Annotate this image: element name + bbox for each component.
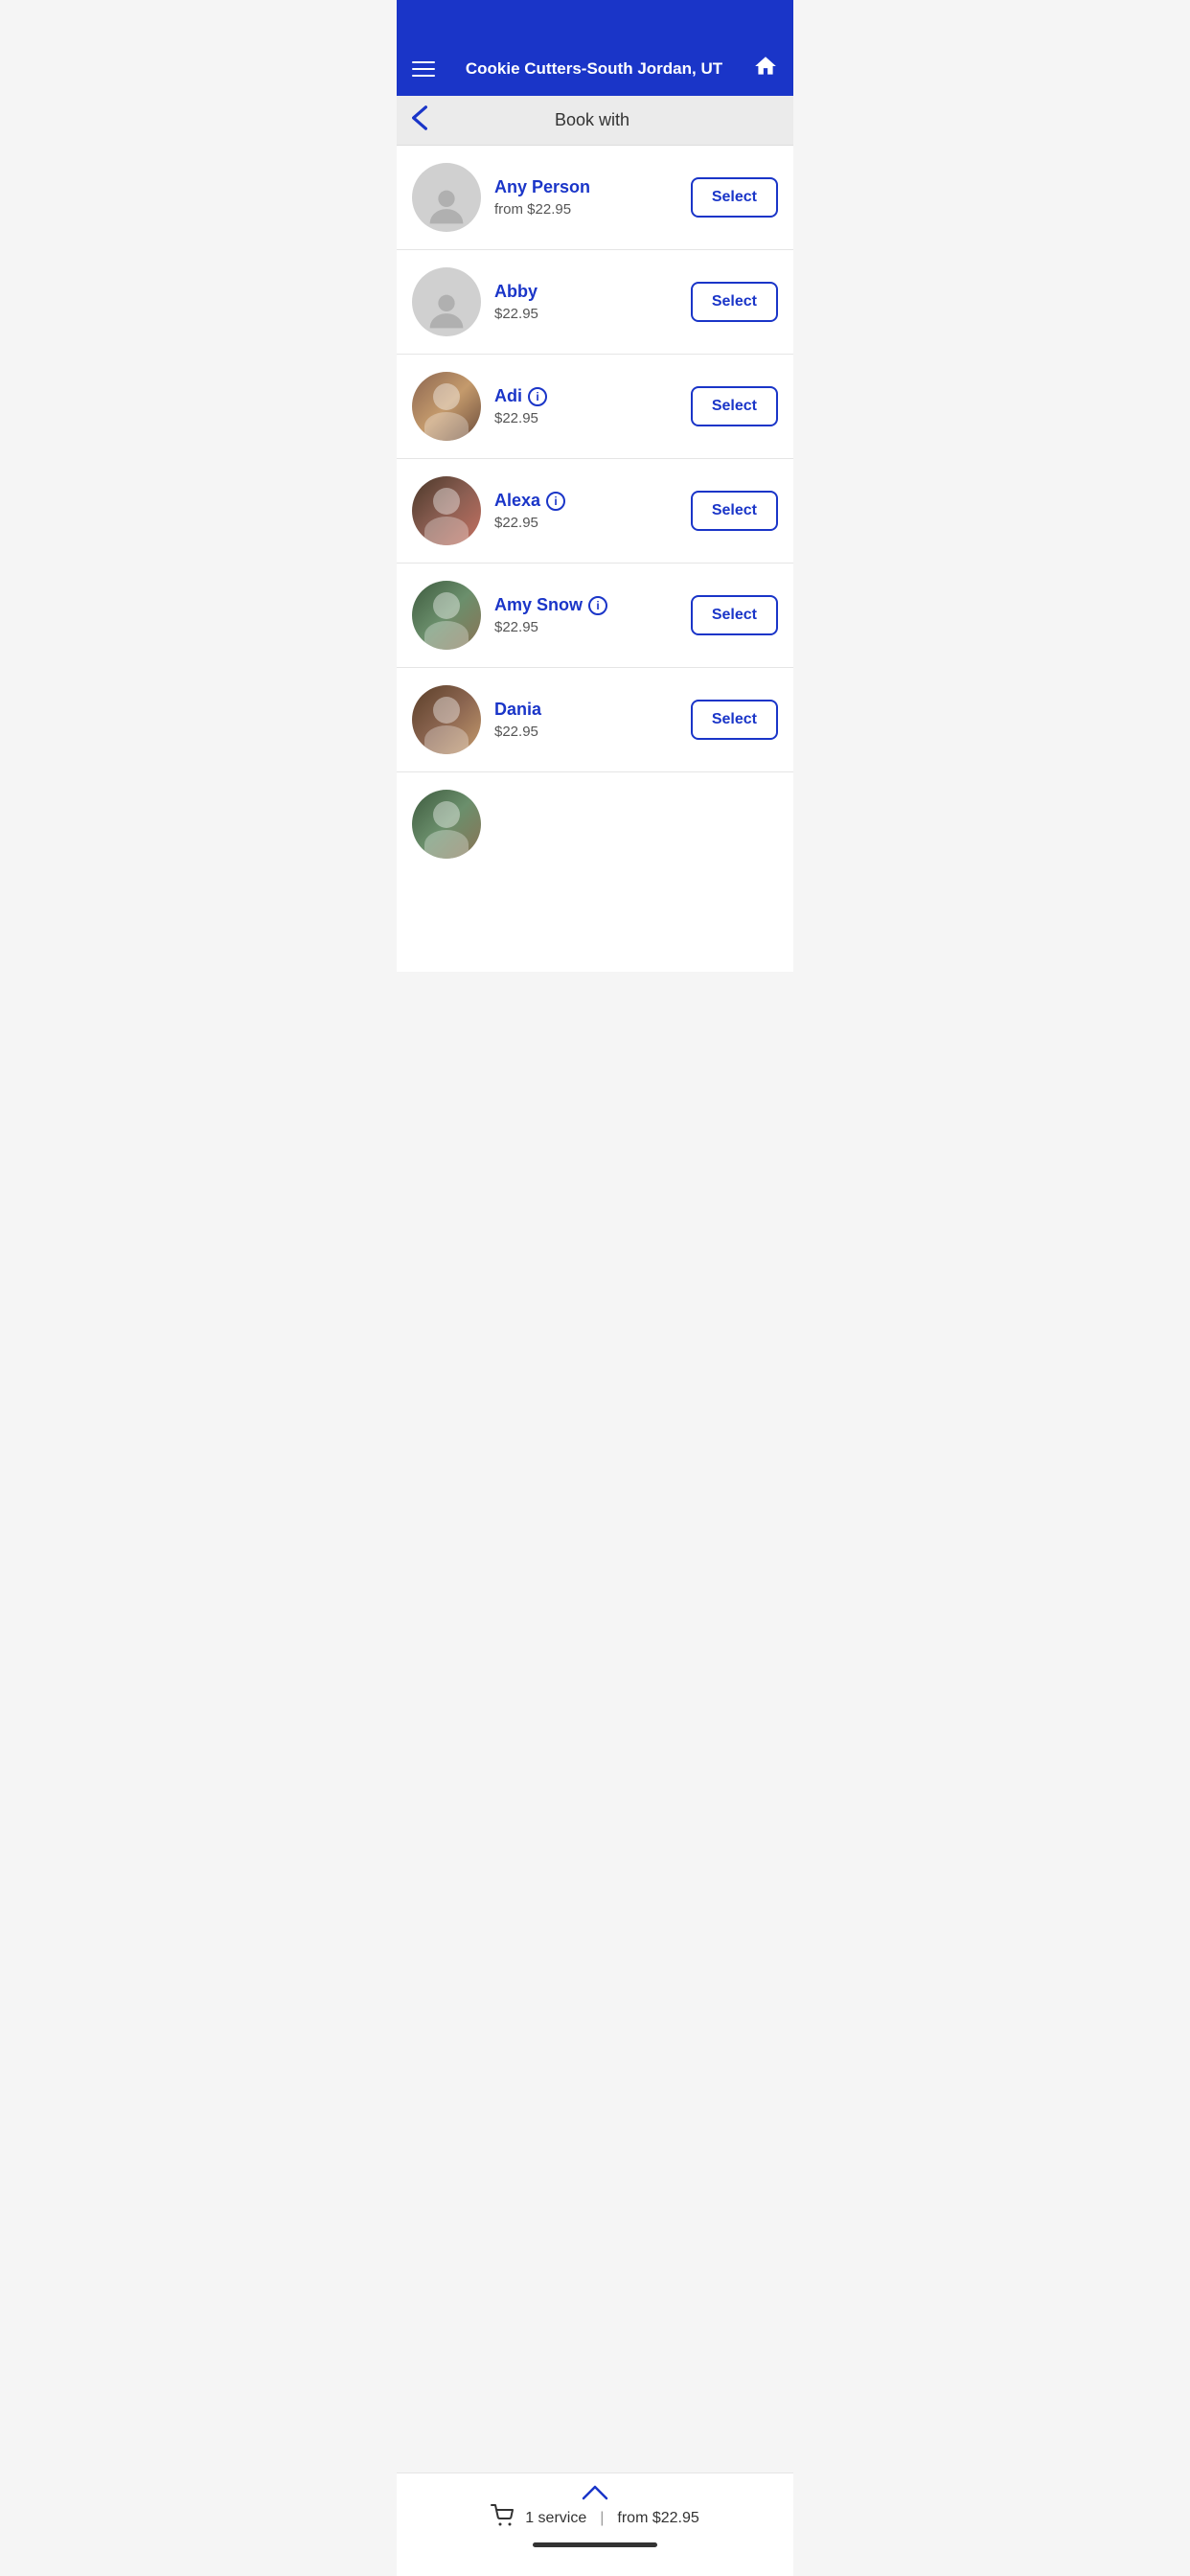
page-title: Book with — [435, 110, 778, 130]
stylist-info: Dania $22.95 — [481, 700, 691, 740]
service-count: 1 service — [525, 2510, 586, 2527]
stylist-price: $22.95 — [494, 515, 677, 531]
stylist-name: Adi i — [494, 386, 677, 406]
stylist-info: Amy Snow i $22.95 — [481, 595, 691, 635]
stylist-info: Alexa i $22.95 — [481, 491, 691, 531]
info-icon[interactable]: i — [588, 596, 607, 615]
bottom-price: from $22.95 — [617, 2510, 698, 2527]
cart-icon — [491, 2504, 515, 2533]
stylist-name: Amy Snow i — [494, 595, 677, 615]
stylist-price: $22.95 — [494, 619, 677, 635]
avatar — [412, 372, 481, 441]
menu-button[interactable] — [412, 61, 435, 77]
stylist-price: $22.95 — [494, 306, 677, 322]
list-item: Amy Snow i $22.95 Select — [397, 564, 793, 668]
stylist-price: $22.95 — [494, 410, 677, 426]
list-item: Alexa i $22.95 Select — [397, 459, 793, 564]
stylist-name: Dania — [494, 700, 677, 720]
select-button[interactable]: Select — [691, 491, 778, 531]
avatar — [412, 685, 481, 754]
select-button[interactable]: Select — [691, 177, 778, 218]
select-button[interactable]: Select — [691, 700, 778, 740]
expand-button[interactable] — [416, 2483, 774, 2500]
info-icon[interactable]: i — [546, 492, 565, 511]
avatar — [412, 267, 481, 336]
list-item: Dania $22.95 Select — [397, 668, 793, 772]
sub-header: Book with — [397, 96, 793, 146]
select-button[interactable]: Select — [691, 386, 778, 426]
home-button[interactable] — [753, 54, 778, 84]
home-indicator — [533, 2542, 657, 2547]
status-bar — [397, 0, 793, 42]
avatar — [412, 163, 481, 232]
header: Cookie Cutters-South Jordan, UT — [397, 42, 793, 96]
cart-summary: 1 service | from $22.95 — [416, 2504, 774, 2533]
list-item: Any Person from $22.95 Select — [397, 146, 793, 250]
avatar — [412, 476, 481, 545]
stylist-list: Any Person from $22.95 Select Abby $22.9… — [397, 146, 793, 972]
avatar — [412, 581, 481, 650]
stylist-name: Abby — [494, 282, 677, 302]
bottom-bar: 1 service | from $22.95 — [397, 2472, 793, 2576]
select-button[interactable]: Select — [691, 595, 778, 635]
back-button[interactable] — [412, 105, 427, 136]
list-item: Abby $22.95 Select — [397, 250, 793, 355]
stylist-info: Adi i $22.95 — [481, 386, 691, 426]
stylist-price: $22.95 — [494, 724, 677, 740]
separator: | — [600, 2510, 604, 2527]
header-title: Cookie Cutters-South Jordan, UT — [435, 59, 753, 79]
avatar — [412, 790, 481, 859]
stylist-name: Any Person — [494, 177, 677, 197]
partial-list-item — [397, 772, 793, 876]
stylist-info: Any Person from $22.95 — [481, 177, 691, 218]
stylist-name: Alexa i — [494, 491, 677, 511]
stylist-info: Abby $22.95 — [481, 282, 691, 322]
info-icon[interactable]: i — [528, 387, 547, 406]
list-item: Adi i $22.95 Select — [397, 355, 793, 459]
stylist-price: from $22.95 — [494, 201, 677, 218]
select-button[interactable]: Select — [691, 282, 778, 322]
